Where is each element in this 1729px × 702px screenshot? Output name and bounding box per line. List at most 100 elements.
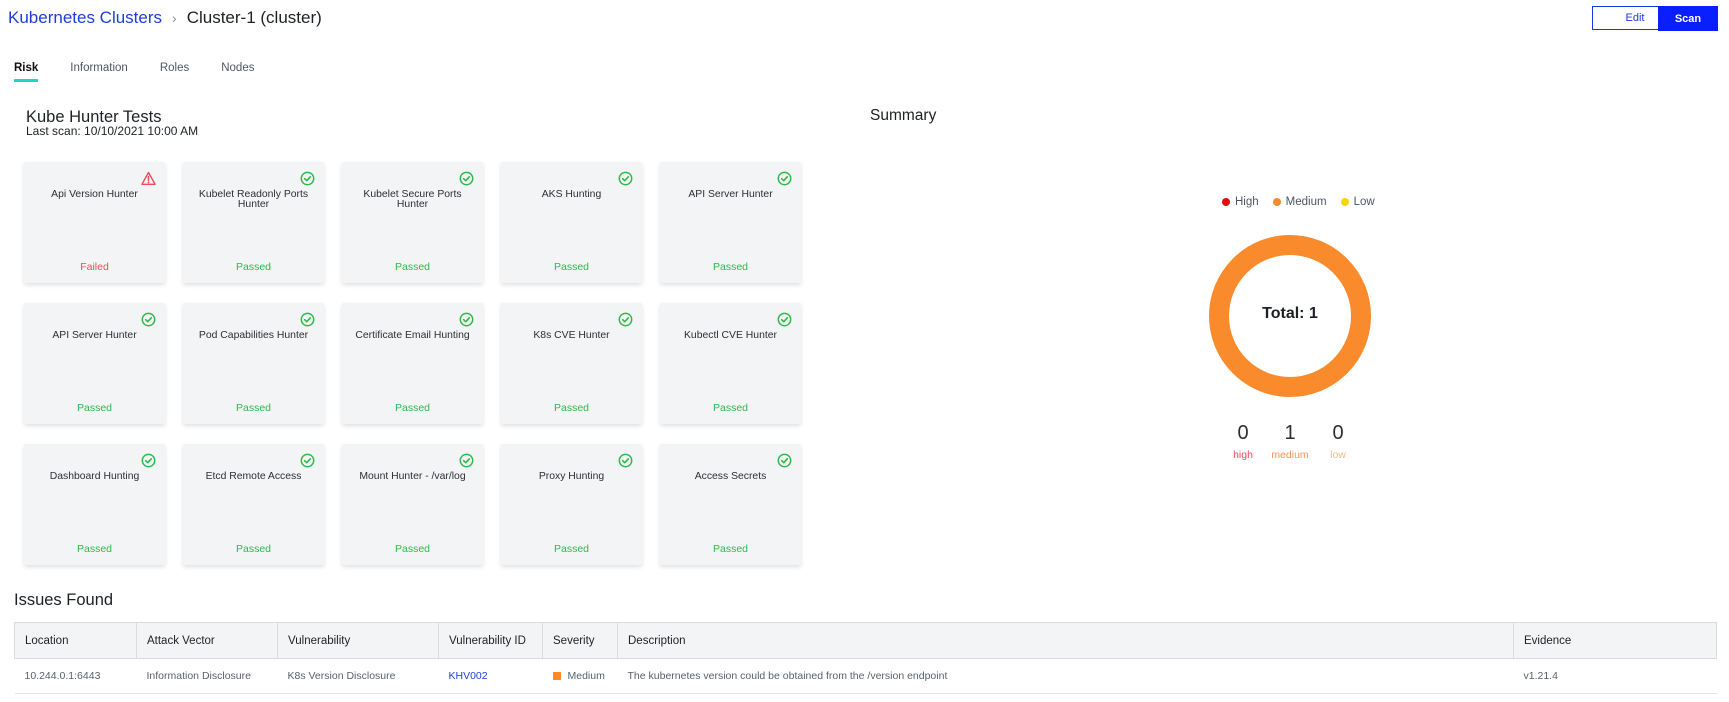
tab-roles[interactable]: Roles (160, 62, 189, 82)
severity-medium-icon (552, 672, 561, 681)
test-card-status: Passed (76, 402, 113, 414)
legend-item-low: Low (1340, 196, 1375, 208)
test-card-title: Mount Hunter - /var/log (359, 471, 466, 482)
test-card-status: Passed (394, 261, 431, 273)
cell-vulnerability: K8s Version Disclosure (277, 658, 439, 694)
tab-nodes[interactable]: Nodes (221, 62, 254, 82)
table-header-row: Location Attack Vector Vulnerability Vul… (14, 622, 1717, 659)
count-medium: 1 medium (1270, 422, 1310, 461)
count-low-label: low (1330, 449, 1346, 461)
check-circle-icon (777, 312, 792, 327)
scan-button[interactable]: Scan (1658, 6, 1718, 31)
test-card[interactable]: Dashboard Hunting Passed (24, 444, 165, 565)
test-card-title: Api Version Hunter (51, 189, 138, 200)
tests-grid: Api Version Hunter Failed Kubelet Readonly… (24, 162, 801, 565)
tab-information[interactable]: Information (70, 62, 128, 82)
summary-title: Summary (870, 107, 937, 124)
legend-dot-low (1340, 198, 1349, 206)
issues-title: Issues Found (14, 591, 114, 609)
test-card-title: API Server Hunter (688, 189, 773, 200)
test-card-status: Passed (235, 261, 272, 273)
test-card-status: Passed (235, 402, 272, 414)
check-circle-icon (459, 171, 474, 186)
test-card-title: Kubectl CVE Hunter (684, 330, 777, 341)
test-card-title: Certificate Email Hunting (355, 330, 470, 341)
test-card-status: Passed (394, 402, 431, 414)
table-row[interactable]: 10.244.0.1:6443 Information Disclosure K… (14, 658, 1717, 694)
test-card-title: K8s CVE Hunter (533, 330, 610, 341)
column-header-vulnerability-id[interactable]: Vulnerability ID (438, 622, 543, 659)
column-header-description[interactable]: Description (617, 622, 1514, 659)
cell-vulnerability-id: KHV002 (438, 658, 543, 694)
column-header-attack-vector[interactable]: Attack Vector (136, 622, 278, 659)
test-card-title: Access Secrets (694, 471, 767, 482)
test-card[interactable]: Access Secrets Passed (660, 444, 801, 565)
test-card-title: Kubelet Readonly Ports Hunter (198, 189, 309, 210)
count-high-label: high (1233, 449, 1253, 461)
test-card-title: Pod Capabilities Hunter (198, 330, 309, 341)
count-medium-value: 1 (1284, 422, 1296, 444)
test-card[interactable]: Kubelet Secure Ports Hunter Passed (342, 162, 483, 283)
column-header-severity[interactable]: Severity (542, 622, 618, 659)
test-card-title: Proxy Hunting (538, 471, 605, 482)
check-circle-icon (618, 453, 633, 468)
check-circle-icon (777, 171, 792, 186)
test-card-title: API Server Hunter (52, 330, 137, 341)
cell-location: 10.244.0.1:6443 (14, 658, 137, 694)
test-card-status: Passed (76, 543, 113, 555)
summary-legend: High Medium Low (1222, 196, 1375, 208)
legend-dot-high (1222, 198, 1230, 206)
test-card[interactable]: API Server Hunter Passed (24, 303, 165, 424)
test-card[interactable]: K8s CVE Hunter Passed (501, 303, 642, 424)
test-card-status: Passed (712, 543, 749, 555)
test-card[interactable]: AKS Hunting Passed (501, 162, 642, 283)
last-scan-text: Last scan: 10/10/2021 10:00 AM (26, 124, 199, 138)
test-card[interactable]: Etcd Remote Access Passed (183, 444, 324, 565)
count-low: 0 low (1318, 422, 1358, 461)
test-card-status: Passed (394, 543, 431, 555)
test-card[interactable]: Proxy Hunting Passed (501, 444, 642, 565)
column-header-location[interactable]: Location (14, 622, 137, 659)
tab-bar: Risk Information Roles Nodes (14, 62, 254, 82)
count-low-value: 0 (1332, 422, 1344, 444)
cell-evidence: v1.21.4 (1513, 658, 1717, 694)
check-circle-icon (300, 453, 315, 468)
test-card-title: Kubelet Secure Ports Hunter (363, 189, 462, 210)
breadcrumb-link-kubernetes-clusters[interactable]: Kubernetes Clusters (8, 8, 162, 28)
vulnerability-id-link[interactable]: KHV002 (449, 670, 488, 682)
test-card[interactable]: Pod Capabilities Hunter Passed (183, 303, 324, 424)
test-card[interactable]: Mount Hunter - /var/log Passed (342, 444, 483, 565)
check-circle-icon (618, 171, 633, 186)
issues-table: Location Attack Vector Vulnerability Vul… (14, 622, 1717, 694)
count-medium-label: medium (1271, 449, 1309, 461)
cell-severity: Medium (542, 658, 618, 694)
cell-description: The kubernetes version could be obtained… (617, 658, 1514, 694)
check-circle-icon (459, 312, 474, 327)
test-card[interactable]: Api Version Hunter Failed (24, 162, 165, 283)
legend-label: Low (1353, 196, 1375, 208)
check-circle-icon (459, 453, 474, 468)
breadcrumb: Kubernetes Clusters › Cluster-1 (cluster… (8, 8, 322, 28)
severity-label: Medium (567, 670, 605, 682)
test-card-status: Passed (553, 543, 590, 555)
test-card-title: AKS Hunting (541, 189, 602, 200)
tab-risk[interactable]: Risk (14, 62, 39, 82)
test-card[interactable]: Certificate Email Hunting Passed (342, 303, 483, 424)
check-circle-icon (300, 312, 315, 327)
test-card[interactable]: Kubectl CVE Hunter Passed (660, 303, 801, 424)
test-card-status: Failed (80, 261, 109, 273)
count-high-value: 0 (1237, 422, 1249, 444)
test-card[interactable]: Kubelet Readonly Ports Hunter Passed (183, 162, 324, 283)
test-card-status: Passed (553, 261, 590, 273)
test-card-title: Dashboard Hunting (49, 471, 140, 482)
test-card[interactable]: API Server Hunter Passed (660, 162, 801, 283)
check-circle-icon (141, 312, 156, 327)
test-card-status: Passed (712, 402, 749, 414)
test-card-status: Passed (712, 261, 749, 273)
column-header-evidence[interactable]: Evidence (1513, 622, 1717, 659)
chevron-right-icon: › (172, 10, 177, 26)
column-header-vulnerability[interactable]: Vulnerability (277, 622, 439, 659)
test-card-status: Passed (553, 402, 590, 414)
check-circle-icon (618, 312, 633, 327)
donut-total-label: Total: 1 (1262, 305, 1318, 322)
